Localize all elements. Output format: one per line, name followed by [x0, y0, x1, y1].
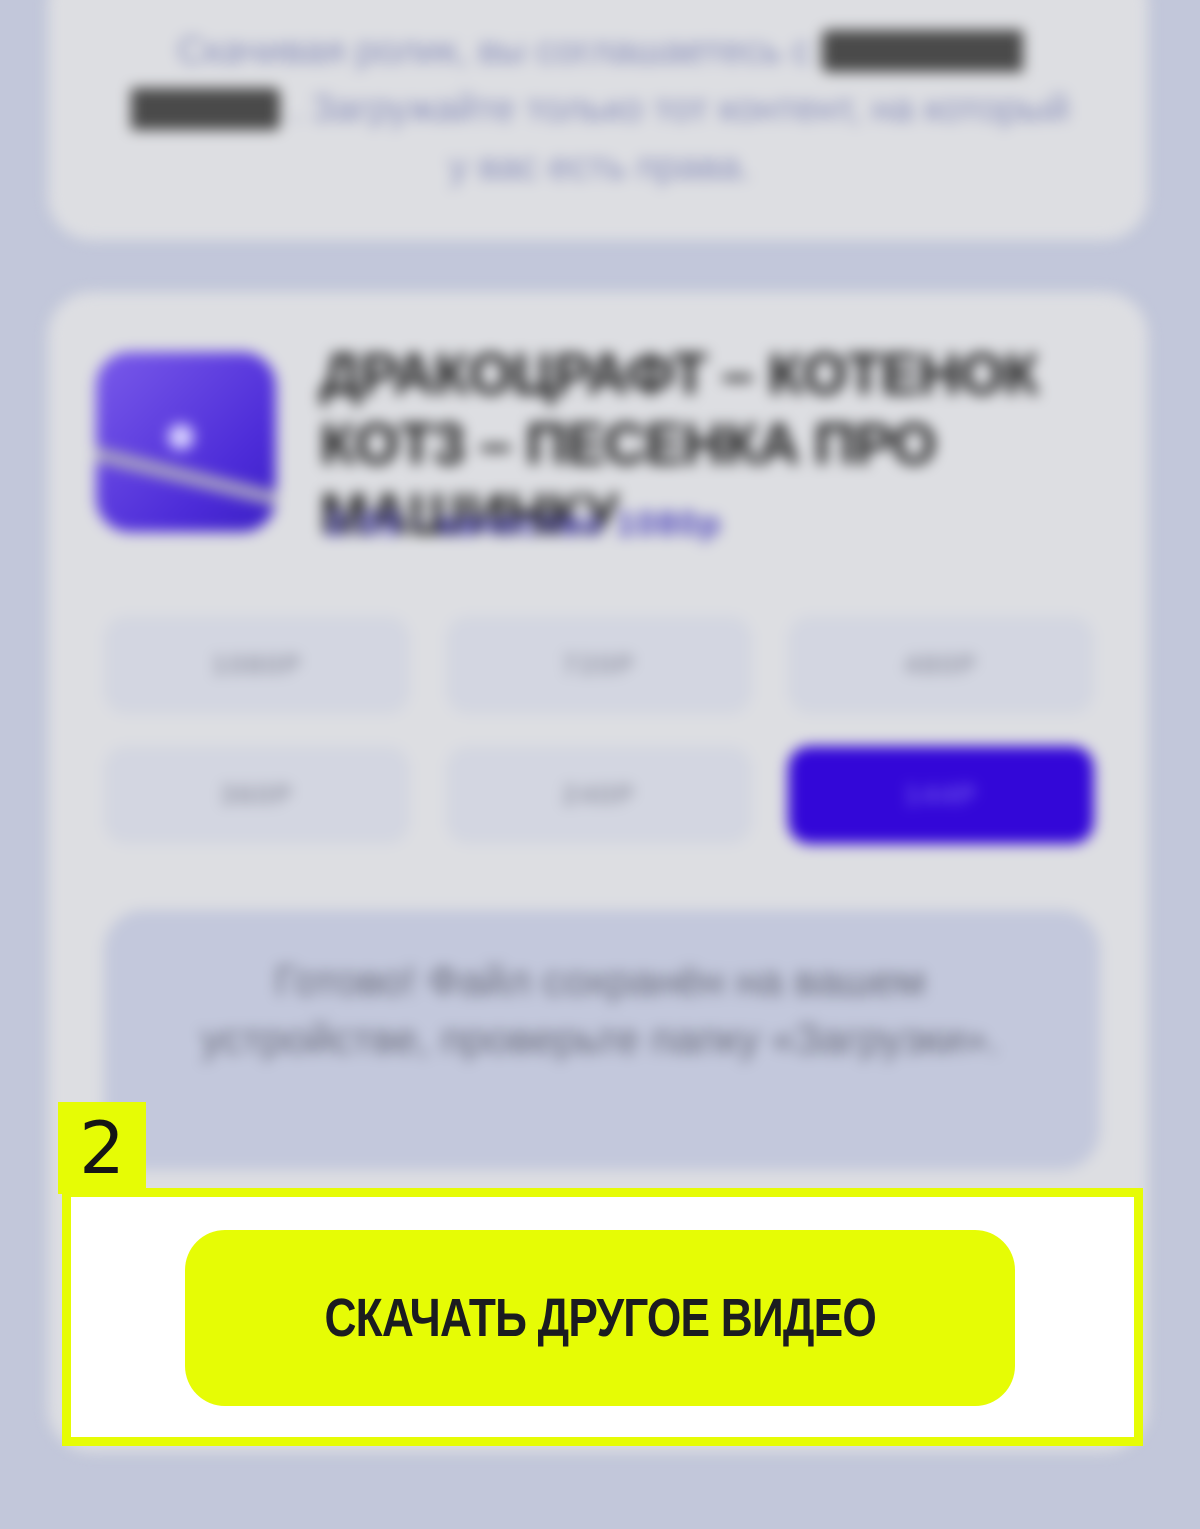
quality-option[interactable]: 240P [446, 746, 752, 844]
quality-option[interactable]: 480P [788, 616, 1094, 714]
sparkle-icon [168, 424, 194, 450]
download-another-label: СКАЧАТЬ ДРУГОЕ ВИДЕО [324, 1288, 876, 1348]
download-another-button[interactable]: СКАЧАТЬ ДРУГОЕ ВИДЕО [185, 1230, 1015, 1406]
terms-notice-start: Скачивая ролик, вы соглашаетесь с [177, 30, 812, 72]
terms-notice: Скачивая ролик, вы соглашаетесь с правил… [120, 22, 1080, 196]
step-number-badge: 2 [58, 1102, 146, 1194]
thumbnail-streak [96, 445, 276, 513]
tip-text: Готово! Файл сохранён на вашем устройств… [201, 957, 999, 1062]
quality-grid: 1080P 720P 480P 360P 240P 144P [104, 616, 1104, 850]
quality-option[interactable]: 1080P [104, 616, 410, 714]
video-thumbnail [96, 352, 276, 532]
quality-option[interactable]: 360P [104, 746, 410, 844]
quality-option[interactable]: 720P [446, 616, 752, 714]
quality-option-selected[interactable]: 144P [788, 746, 1094, 844]
video-meta: 2:03 · качество 1080p [326, 505, 723, 543]
terms-notice-end: . Загружайте только тот контент, на кото… [290, 88, 1070, 188]
